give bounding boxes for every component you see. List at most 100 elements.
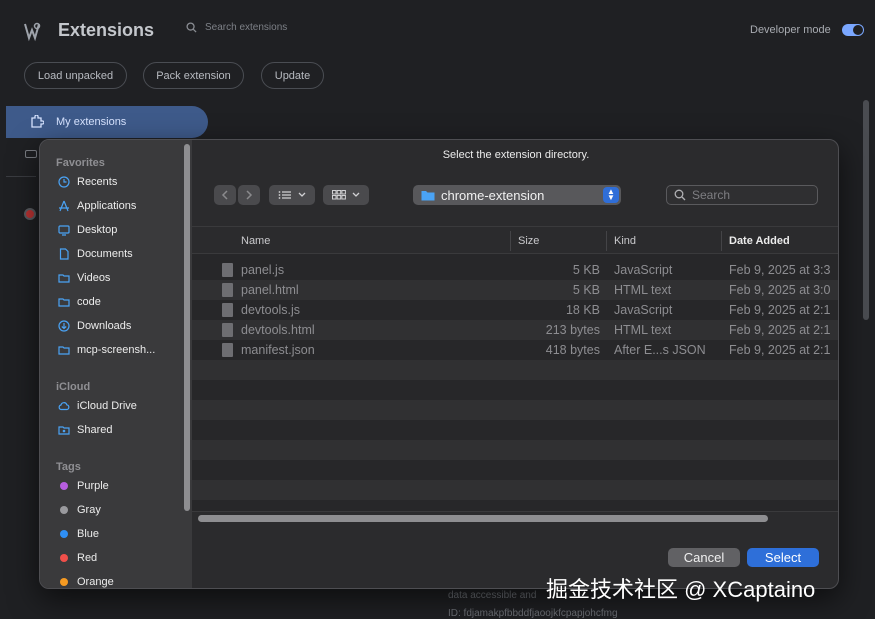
file-kind: HTML text xyxy=(614,283,672,297)
tag-label: Orange xyxy=(77,576,114,588)
puzzle-icon xyxy=(31,115,44,128)
sidebar-item-label: iCloud Drive xyxy=(77,400,137,412)
empty-row xyxy=(192,440,838,460)
extensions-search[interactable]: Search extensions xyxy=(186,22,287,33)
file-row[interactable]: panel.html 5 KB HTML text Feb 9, 2025 at… xyxy=(192,280,838,300)
horizontal-scrollbar[interactable] xyxy=(198,515,768,522)
favorites-header: Favorites xyxy=(56,157,105,169)
tag-color-dot xyxy=(60,506,68,514)
sidebar-item-videos[interactable]: Videos xyxy=(58,272,110,284)
sidebar-scrollbar[interactable] xyxy=(184,144,190,511)
search-icon xyxy=(186,22,197,33)
sidebar-item-label: Documents xyxy=(77,248,133,260)
sidebar-item-shared[interactable]: Shared xyxy=(58,424,112,436)
sidebar-item-code[interactable]: code xyxy=(58,296,101,308)
chevron-down-icon xyxy=(352,192,360,197)
file-name: panel.js xyxy=(241,263,285,277)
sidebar-item-recents[interactable]: Recents xyxy=(58,176,117,188)
sidebar-item-applications[interactable]: Applications xyxy=(58,200,136,212)
sidebar-item-icloud-drive[interactable]: iCloud Drive xyxy=(58,400,137,412)
tag-color-dot xyxy=(60,482,68,490)
dialog-search-input[interactable] xyxy=(692,188,812,202)
file-row[interactable]: devtools.html 213 bytes HTML text Feb 9,… xyxy=(192,320,838,340)
sidebar-item-downloads[interactable]: Downloads xyxy=(58,320,131,332)
load-unpacked-button[interactable]: Load unpacked xyxy=(24,62,127,89)
file-icon xyxy=(222,303,233,317)
tag-red[interactable]: Red xyxy=(58,552,97,564)
path-selector[interactable]: chrome-extension ▲ ▼ xyxy=(413,185,621,205)
tag-label: Gray xyxy=(77,504,101,516)
file-row[interactable]: devtools.js 18 KB JavaScript Feb 9, 2025… xyxy=(192,300,838,320)
pack-extension-button[interactable]: Pack extension xyxy=(143,62,244,89)
tag-label: Red xyxy=(77,552,98,564)
extensions-logo-icon xyxy=(24,22,41,42)
file-kind: JavaScript xyxy=(614,303,673,317)
sidebar-item-desktop[interactable]: Desktop xyxy=(58,224,117,236)
file-name: devtools.html xyxy=(241,323,315,337)
column-separator[interactable] xyxy=(510,231,511,251)
back-button[interactable] xyxy=(214,185,236,205)
empty-row xyxy=(192,480,838,500)
update-button[interactable]: Update xyxy=(261,62,324,89)
tag-orange[interactable]: Orange xyxy=(58,576,114,588)
desktop-icon xyxy=(58,225,70,236)
file-date: Feb 9, 2025 at 2:1 xyxy=(729,303,831,317)
divider xyxy=(6,176,36,177)
file-row[interactable]: manifest.json 418 bytes After E...s JSON… xyxy=(192,340,838,360)
tag-color-dot xyxy=(60,554,68,562)
column-header-size[interactable]: Size xyxy=(518,235,539,247)
nav-my-extensions[interactable]: My extensions xyxy=(6,106,208,138)
file-row[interactable]: panel.js 5 KB JavaScript Feb 9, 2025 at … xyxy=(192,260,838,280)
dialog-search[interactable] xyxy=(666,185,818,205)
sidebar-item-label: Videos xyxy=(77,272,111,284)
tag-blue[interactable]: Blue xyxy=(58,528,99,540)
dialog-title: Select the extension directory. xyxy=(442,149,590,161)
folder-icon xyxy=(421,191,435,201)
tag-label: Purple xyxy=(77,480,109,492)
file-kind: JavaScript xyxy=(614,263,673,277)
sidebar-item-mcp-screenshot[interactable]: mcp-screensh... xyxy=(58,344,155,356)
extension-icon xyxy=(24,208,36,220)
cancel-button[interactable]: Cancel xyxy=(668,548,740,567)
folder-icon xyxy=(58,346,70,355)
file-size: 5 KB xyxy=(572,283,600,297)
search-placeholder: Search extensions xyxy=(205,22,288,33)
list-view-button[interactable] xyxy=(269,185,315,205)
file-date: Feb 9, 2025 at 2:1 xyxy=(729,323,831,337)
developer-mode-toggle[interactable] xyxy=(842,24,864,36)
column-header-name[interactable]: Name xyxy=(241,235,270,247)
forward-button[interactable] xyxy=(238,185,260,205)
file-name: panel.html xyxy=(241,283,299,297)
page-scrollbar[interactable] xyxy=(863,100,869,320)
sidebar-item-label: Recents xyxy=(77,176,118,188)
extensions-header: Extensions Search extensions Developer m… xyxy=(0,0,875,60)
chevron-down-icon xyxy=(298,192,306,197)
tag-color-dot xyxy=(60,530,68,538)
icloud-header: iCloud xyxy=(56,381,91,393)
file-list: Name Size Kind Date Added panel.js 5 KB … xyxy=(192,226,838,515)
path-selector-label: chrome-extension xyxy=(441,187,545,203)
select-button[interactable]: Select xyxy=(747,548,819,567)
file-name: manifest.json xyxy=(241,343,315,357)
column-header-date-added[interactable]: Date Added xyxy=(729,235,790,247)
tags-header: Tags xyxy=(56,461,81,473)
file-date: Feb 9, 2025 at 2:1 xyxy=(729,343,831,357)
column-header-row: Name Size Kind Date Added xyxy=(192,226,838,254)
column-separator[interactable] xyxy=(721,231,722,251)
search-icon xyxy=(674,189,686,201)
column-separator[interactable] xyxy=(606,231,607,251)
download-icon xyxy=(58,320,70,332)
file-picker-dialog: Favorites Recents Applications Desktop D… xyxy=(39,139,839,589)
sidebar-item-documents[interactable]: Documents xyxy=(58,248,133,260)
sidebar-item-label: Shared xyxy=(77,424,113,436)
tag-gray[interactable]: Gray xyxy=(58,504,101,516)
grid-view-button[interactable] xyxy=(323,185,369,205)
chevron-left-icon xyxy=(221,190,228,200)
column-header-kind[interactable]: Kind xyxy=(614,235,636,247)
clock-icon xyxy=(58,176,70,188)
tag-purple[interactable]: Purple xyxy=(58,480,109,492)
file-name: devtools.js xyxy=(241,303,301,317)
file-icon xyxy=(222,283,233,297)
dialog-sidebar: Favorites Recents Applications Desktop D… xyxy=(40,140,192,588)
up-down-chevron-icon: ▲ ▼ xyxy=(603,187,619,203)
